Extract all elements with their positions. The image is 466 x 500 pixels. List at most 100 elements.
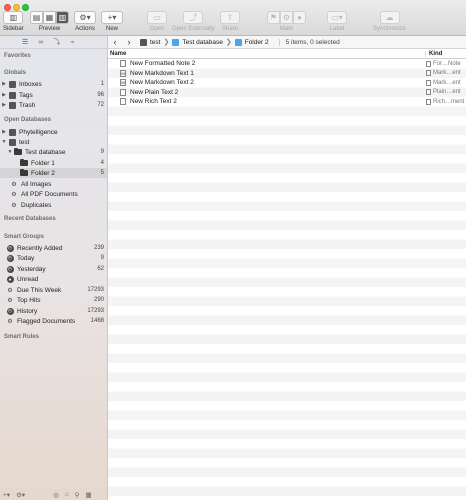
sidebar-item-label: Top Hits [17,296,41,304]
mark-toolbar-item: ⚑ ⚙ ● Mark [267,11,306,32]
disclosure-icon[interactable]: ▶ [0,81,8,87]
kind-column-header[interactable]: Kind [426,51,442,57]
sidebar-item-label: test [19,138,30,146]
sidebar-item-phytelligence[interactable]: ▶ Phytelligence [0,127,107,137]
sidebar-item-top-hits[interactable]: ⚙ Top Hits 290 [0,295,107,305]
sidebar-item-flagged-documents[interactable]: ⚙ Flagged Documents 1468 [0,316,107,326]
sidebar-item-test-database[interactable]: ▼ Test database 9 [0,147,107,157]
sidebar-item-label: History [17,307,38,315]
disclosure-icon[interactable]: ▶ [0,102,8,108]
label-button[interactable]: ▭▾ [327,11,347,24]
tag-icon[interactable]: ⌁ [70,38,74,46]
database-icon [140,38,147,46]
list-item[interactable]: M New Markdown Text 1 Mark…ent [108,69,466,79]
list-item[interactable]: New Rich Text 2 Rich…ment [108,97,466,107]
sidebar-bottom-bar: +▾ ⚙▾ ◎ ⌂ ⚲ ▦ [0,489,107,500]
sidebar-item-history[interactable]: ◷ History 17293 [0,306,107,316]
sidebar-item-label: All Images [21,180,52,188]
sidebar-item-count: 5 [100,170,104,176]
rich-text-icon [120,98,126,106]
add-icon[interactable]: +▾ [3,491,10,499]
lock-button[interactable]: ⚙ [280,11,293,24]
gear-icon: ⚙ [7,318,13,325]
sidebar-item-count: 4 [100,160,104,166]
sidebar-item-due-this-week[interactable]: ⚙ Due This Week 17293 [0,285,107,295]
breadcrumb-item-folder-2[interactable]: Folder 2 [245,39,269,46]
disclosure-icon[interactable]: ▶ [0,92,8,98]
disclosure-icon[interactable]: ▶ [0,129,8,135]
sidebar-item-recently-added[interactable]: ◷ Recently Added 239 [0,243,107,253]
sidebar-item-yesterday[interactable]: ◷ Yesterday 62 [0,264,107,274]
activity-icon[interactable]: ◎ [53,491,59,499]
actions-toolbar-item: ⚙▾ Actions [74,11,96,32]
clock-icon: ◷ [6,244,14,252]
sidebar-item-count: 9 [100,149,104,155]
close-window-button[interactable] [4,4,11,11]
share-button[interactable]: ⇧ [220,11,240,24]
sidebar-item-label: Tags [19,91,33,99]
forward-button[interactable]: › [122,37,136,47]
open-externally-toolbar-item: ⤴ Open Externally [172,11,215,32]
sidebar-item-today[interactable]: ◷ Today 9 [0,253,107,263]
import-icon[interactable]: ⤵ [53,37,60,47]
sidebar-toggle-button[interactable]: ▥ [3,11,24,24]
gear-icon: ⚙▾ [79,13,91,22]
disclosure-open-icon[interactable]: ▼ [0,139,8,145]
list-view-icon[interactable]: ☰ [22,38,28,46]
open-button[interactable]: ▭ [147,11,167,24]
markdown-icon: M [120,79,126,87]
name-column-header[interactable]: Name [108,50,426,57]
toolbar: ▥ Sidebar ▤ ▦ ▥ Preview ⚙▾ Actions +▾ Ne… [0,0,466,36]
sidebar-item-test[interactable]: ▼ test [0,137,107,147]
disclosure-open-icon[interactable]: ▼ [6,149,14,155]
open-externally-button[interactable]: ⤴ [183,11,204,24]
list-item[interactable]: New Formatted Note 2 For…Note [108,59,466,69]
list-item[interactable]: New Plain Text 2 Plain…ent [108,88,466,98]
gear-icon[interactable]: ⚙▾ [16,491,25,499]
flag-icon: ⚑ [269,13,278,22]
trash-icon [8,101,16,109]
tag-icon[interactable]: ⌂ [65,491,69,498]
item-kind: Mark…ent [433,79,461,86]
sidebar-item-tags[interactable]: ▶ Tags 96 [0,90,107,100]
view-split-button[interactable]: ▦ [43,11,56,24]
unread-button[interactable]: ● [293,11,306,24]
smart-rules-header: Smart Rules [4,334,40,340]
sidebar-item-folder-2[interactable]: Folder 2 5 [0,168,107,178]
flag-button[interactable]: ⚑ [267,11,280,24]
zoom-window-button[interactable] [22,4,29,11]
minimize-window-button[interactable] [13,4,20,11]
label-toolbar-item: ▭▾ Label [327,11,347,32]
sidebar-item-inboxes[interactable]: ▶ Inboxes 1 [0,79,107,89]
sidebar-item-unread[interactable]: ● Unread [0,274,107,284]
sidebar-item-folder-1[interactable]: Folder 1 4 [0,158,107,168]
glasses-icon[interactable]: ∞ [38,39,43,46]
view-columns-button[interactable]: ▤ [30,11,43,24]
open-externally-label: Open Externally [172,26,215,32]
grid-icon[interactable]: ▦ [86,491,92,499]
share-toolbar-item: ⇧ Share [220,11,240,32]
item-name: New Markdown Text 1 [130,69,194,77]
breadcrumb: test ❯ Test database ❯ Folder 2 [136,38,273,46]
sidebar-item-all-images[interactable]: ⚙ All Images [0,179,107,189]
folder-icon [234,38,242,46]
actions-button[interactable]: ⚙▾ [74,11,96,24]
sidebar-item-duplicates[interactable]: ⚙ Duplicates [0,200,107,210]
list-item[interactable]: M New Markdown Text 2 Mark…ent [108,78,466,88]
item-name: New Rich Text 2 [130,98,177,106]
clock-icon: ◷ [6,307,14,315]
breadcrumb-item-test[interactable]: test [150,39,160,46]
synchronize-button[interactable]: ☁ [379,11,400,24]
breadcrumb-item-test-database[interactable]: Test database [182,39,222,46]
sidebar-item-all-pdf-documents[interactable]: ⚙ All PDF Documents [0,189,107,199]
new-button[interactable]: +▾ [101,11,123,24]
sidebar-item-label: Unread [17,275,39,283]
actions-label: Actions [75,26,95,32]
unread-icon: ● [6,275,14,283]
share-icon: ⇧ [226,13,234,22]
chevron-right-icon: ❯ [163,39,170,46]
sidebar-item-trash[interactable]: ▶ Trash 72 [0,100,107,110]
view-widescreen-button[interactable]: ▥ [56,11,69,24]
back-button[interactable]: ‹ [108,37,122,47]
pin-icon[interactable]: ⚲ [75,491,80,499]
